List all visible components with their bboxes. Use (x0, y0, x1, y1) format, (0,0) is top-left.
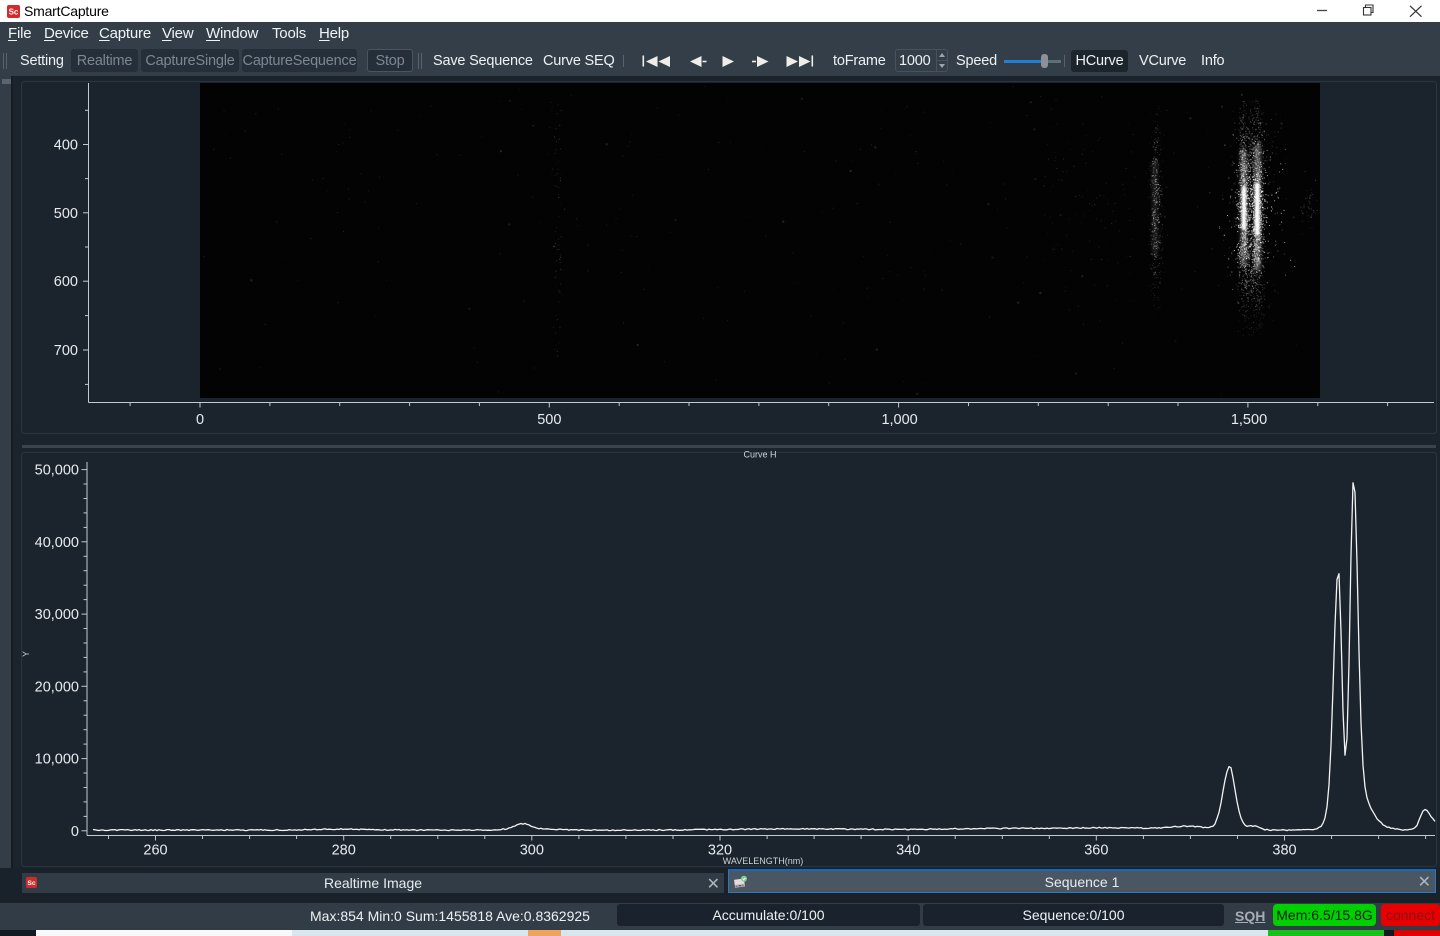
svg-text:0: 0 (196, 412, 204, 428)
svg-text:700: 700 (54, 343, 78, 359)
svg-text:Curve H: Curve H (743, 450, 776, 460)
svg-text:500: 500 (54, 206, 78, 222)
svg-text:340: 340 (896, 843, 920, 859)
svg-text:20,000: 20,000 (35, 679, 79, 695)
svg-text:380: 380 (1272, 843, 1296, 859)
svg-text:300: 300 (520, 843, 544, 859)
svg-text:1,500: 1,500 (1231, 412, 1267, 428)
svg-text:280: 280 (332, 843, 356, 859)
svg-text:500: 500 (537, 412, 561, 428)
svg-text:WAVELENGTH(nm): WAVELENGTH(nm) (723, 856, 804, 866)
svg-text:260: 260 (143, 843, 167, 859)
svg-text:30,000: 30,000 (35, 607, 79, 623)
svg-text:40,000: 40,000 (35, 535, 79, 551)
svg-text:0: 0 (71, 824, 79, 840)
svg-text:600: 600 (54, 274, 78, 290)
svg-text:10,000: 10,000 (35, 752, 79, 768)
svg-text:50,000: 50,000 (35, 463, 79, 479)
svg-text:400: 400 (54, 138, 78, 154)
svg-text:360: 360 (1084, 843, 1108, 859)
svg-text:Sc: Sc (27, 880, 36, 887)
svg-text:Y: Y (21, 651, 31, 657)
svg-text:Sc: Sc (9, 7, 19, 16)
svg-text:1,000: 1,000 (881, 412, 917, 428)
